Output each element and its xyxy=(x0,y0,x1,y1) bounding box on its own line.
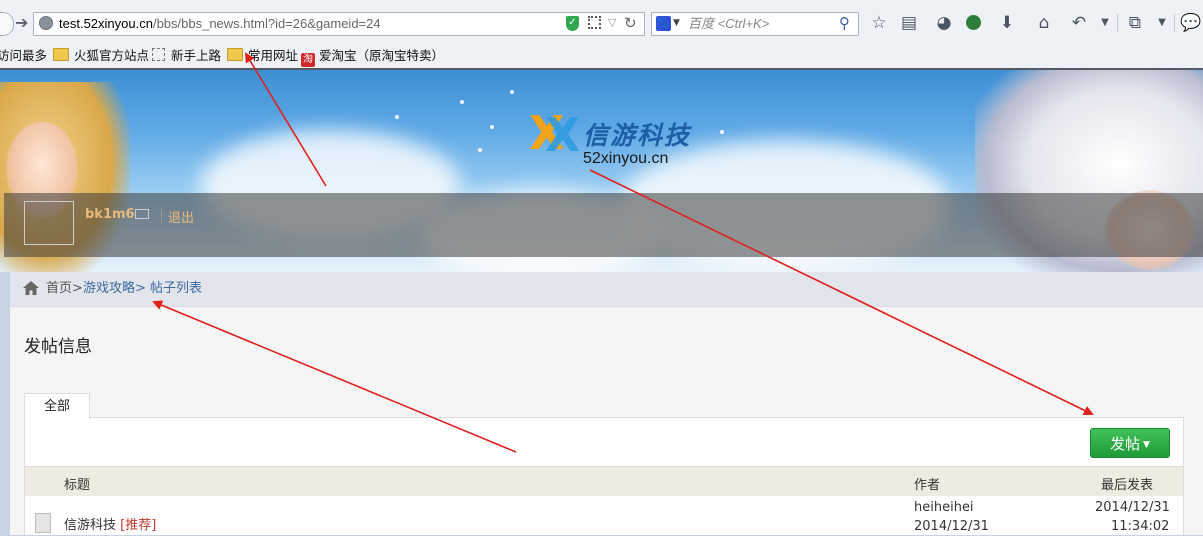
tab-all[interactable]: 全部 xyxy=(24,393,90,419)
sparkle-decoration xyxy=(720,130,724,134)
column-header-last-post: 最后发表 xyxy=(1101,478,1154,493)
security-shield-icon[interactable]: ✓ xyxy=(566,16,579,31)
back-button[interactable] xyxy=(0,12,14,36)
chat-icon[interactable]: 💬 xyxy=(1180,12,1202,34)
sparkle-decoration xyxy=(395,115,399,119)
breadcrumb-game-guides[interactable]: 游戏攻略 xyxy=(83,281,135,297)
last-post-date: 2014/12/31 xyxy=(1095,500,1170,515)
recommended-tag: [推荐] xyxy=(120,518,157,533)
undo-icon[interactable]: ↶ xyxy=(1068,12,1090,34)
bookmark-common-sites[interactable]: 常用网址 xyxy=(227,48,298,64)
folder-icon xyxy=(227,48,243,61)
crop-icon[interactable]: ⧉ xyxy=(1124,12,1146,34)
palette-icon[interactable]: ◕ xyxy=(933,12,955,34)
search-engine-dropdown-icon[interactable]: ▼ xyxy=(673,15,680,31)
dropdown-icon[interactable]: ▼ xyxy=(1151,12,1173,34)
breadcrumb-post-list[interactable]: > 帖子列表 xyxy=(135,281,202,297)
author-name[interactable]: heiheihei xyxy=(914,498,974,517)
address-bar[interactable]: test.52xinyou.cn/bbs/bbs_news.html?id=26… xyxy=(33,12,645,36)
mail-icon[interactable] xyxy=(135,209,149,219)
download-icon[interactable]: ⬇ xyxy=(996,12,1018,34)
user-info-bar: bk1m6 退出 xyxy=(4,193,1203,257)
document-icon xyxy=(35,513,51,533)
reading-list-icon[interactable]: ▤ xyxy=(898,12,920,34)
table-row[interactable]: 信游科技 [推荐] heiheihei 2014/12/31 2014/12/3… xyxy=(25,496,1183,535)
breadcrumb-home[interactable]: 首页> xyxy=(46,281,83,297)
logout-link[interactable]: 退出 xyxy=(168,207,194,226)
user-bar-separator xyxy=(161,209,162,223)
forward-icon[interactable]: ➔ xyxy=(15,13,28,33)
taobao-icon: 淘 xyxy=(301,53,315,67)
browser-toolbar: ➔ test.52xinyou.cn/bbs/bbs_news.html?id=… xyxy=(0,0,1203,45)
breadcrumb: 首页> 游戏攻略 > 帖子列表 xyxy=(10,272,1203,307)
qr-code-icon[interactable] xyxy=(588,16,601,29)
url-text[interactable]: test.52xinyou.cn/bbs/bbs_news.html?id=26… xyxy=(59,16,381,32)
logo-domain-text: 52xinyou.cn xyxy=(583,150,669,167)
author-date: 2014/12/31 xyxy=(914,519,989,534)
new-post-label: 发帖 xyxy=(1110,435,1141,453)
bookmarks-toolbar: 访问最多 火狐官方站点 新手上路 常用网址 淘爱淘宝（原淘宝特卖） xyxy=(0,44,1203,70)
reload-icon[interactable]: ↻ xyxy=(624,13,637,33)
sparkle-decoration xyxy=(478,148,482,152)
column-header-title: 标题 xyxy=(64,478,91,493)
bookmark-firefox-official[interactable]: 火狐官方站点 xyxy=(53,48,149,64)
caret-down-icon: ▼ xyxy=(1143,440,1150,450)
page-title: 发帖信息 xyxy=(24,337,92,357)
column-header-author: 作者 xyxy=(914,478,941,493)
home-icon[interactable] xyxy=(23,281,39,295)
toolbar-separator xyxy=(1174,14,1175,32)
dropdown-icon[interactable]: ▼ xyxy=(1094,12,1116,34)
search-icon[interactable]: ⚲ xyxy=(839,13,850,33)
bookmark-ai-taobao[interactable]: 淘爱淘宝（原淘宝特卖） xyxy=(301,48,444,67)
url-dropdown-icon[interactable]: ▽ xyxy=(608,14,616,32)
bookmark-getting-started[interactable]: 新手上路 xyxy=(152,48,221,64)
star-icon[interactable]: ☆ xyxy=(868,12,890,34)
bookmark-most-visited[interactable]: 访问最多 xyxy=(0,48,47,64)
toolbar-separator xyxy=(1117,14,1118,32)
last-post-time: 11:34:02 xyxy=(1111,519,1170,534)
globe-icon xyxy=(39,16,53,30)
shield-addon-icon[interactable] xyxy=(962,12,984,34)
sparkle-decoration xyxy=(460,100,464,104)
username[interactable]: bk1m6 xyxy=(85,207,135,222)
sparkle-decoration xyxy=(510,90,514,94)
avatar[interactable] xyxy=(24,201,74,245)
sparkle-decoration xyxy=(490,125,494,129)
new-post-button[interactable]: 发帖 ▼ xyxy=(1090,428,1170,458)
table-header: 标题 作者 最后发表 xyxy=(25,466,1183,497)
logo-x-icon: X xyxy=(545,108,581,162)
baidu-paw-icon[interactable]: 🐾 xyxy=(656,16,671,31)
post-title-link[interactable]: 信游科技 xyxy=(64,518,116,533)
folder-icon xyxy=(53,48,69,61)
home-icon[interactable]: ⌂ xyxy=(1033,12,1055,34)
dashed-page-icon xyxy=(152,48,165,61)
search-bar[interactable]: 🐾 ▼ 百度 <Ctrl+K> ⚲ xyxy=(651,12,859,36)
logo-chinese-text: 信游科技 xyxy=(583,121,692,150)
post-title-cell[interactable]: 信游科技 [推荐] xyxy=(64,516,156,535)
search-placeholder[interactable]: 百度 <Ctrl+K> xyxy=(688,16,769,32)
